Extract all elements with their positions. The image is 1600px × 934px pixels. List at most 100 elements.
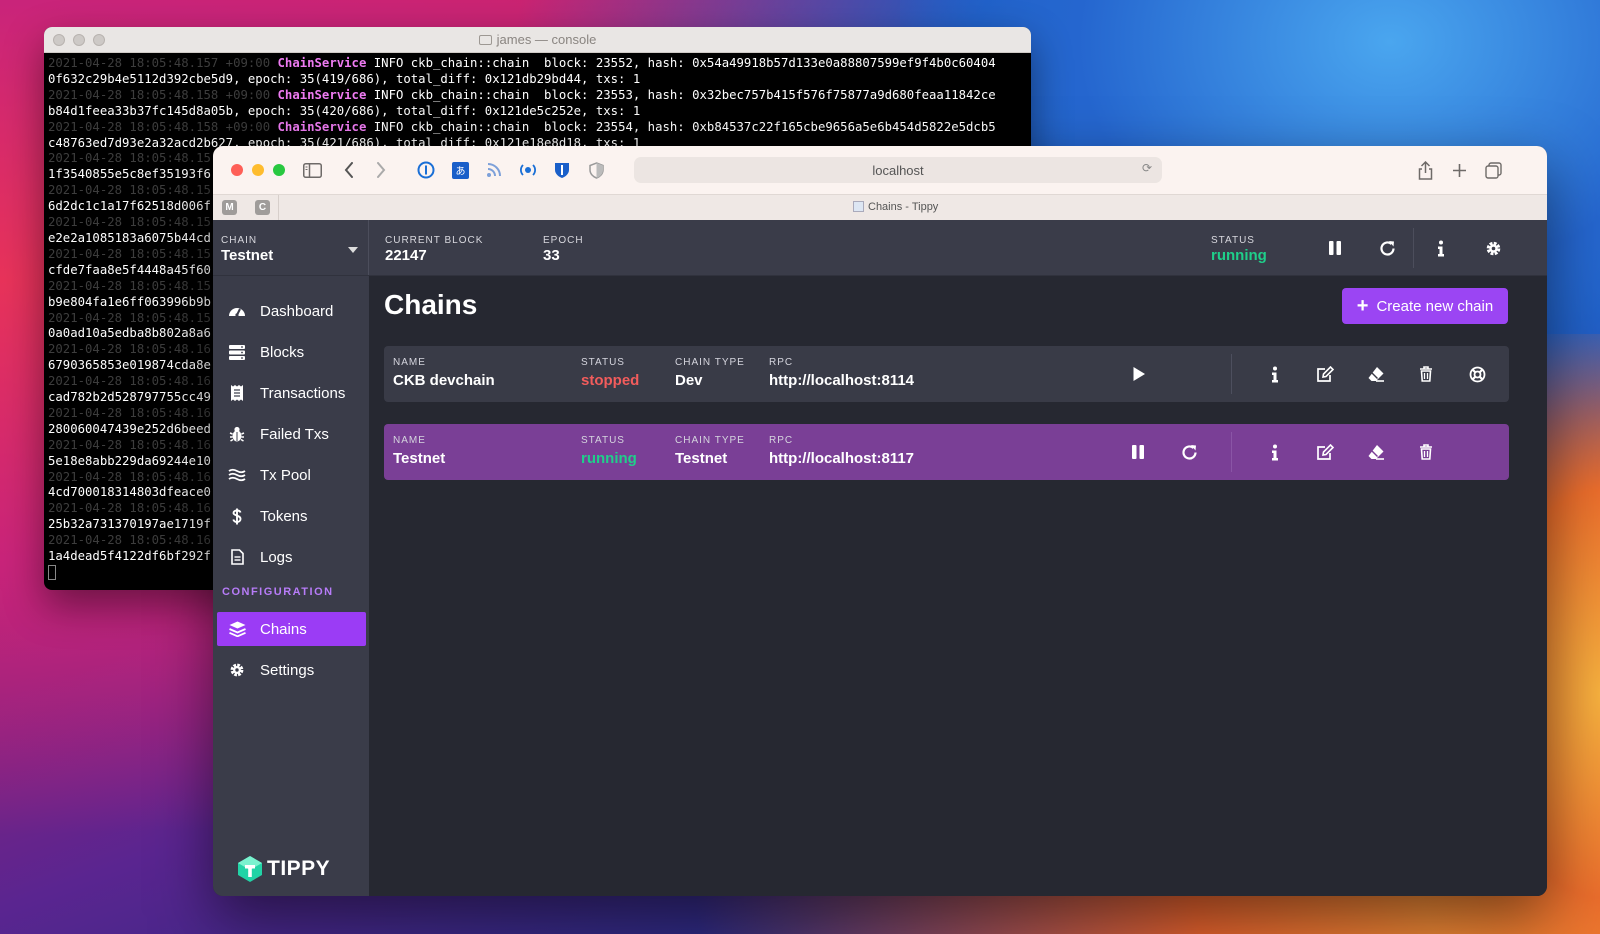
forward-icon[interactable]: [376, 160, 386, 180]
bug-icon: [217, 426, 253, 442]
shield-extension-icon[interactable]: [589, 160, 604, 180]
terminal-titlebar[interactable]: james — console: [44, 27, 1031, 53]
log-message: cfde7faa8e5f4448a45f60: [48, 262, 211, 277]
active-tab[interactable]: Chains - Tippy: [853, 201, 938, 213]
sidebar-item-chains[interactable]: Chains: [217, 612, 366, 646]
browser-minimize-button[interactable]: [252, 164, 264, 176]
pause-icon[interactable]: [1124, 438, 1152, 466]
svg-text:あ: あ: [456, 165, 466, 177]
sidebar-toggle-icon[interactable]: [303, 160, 322, 180]
lifebuoy-icon[interactable]: [1463, 360, 1491, 388]
log-message: 0a0ad10a5edba8b802a8a6: [48, 326, 211, 341]
log-message: INFO ckb_chain::chain block: 23554, hash…: [366, 119, 996, 134]
main-content: Chains + Create new chain NAME CKB devch…: [369, 276, 1547, 896]
address-bar[interactable]: localhost ⟳: [634, 157, 1162, 183]
active-tab-title: Chains - Tippy: [868, 201, 939, 213]
sidebar-item-label: Chains: [260, 620, 307, 638]
chain-value[interactable]: Testnet: [221, 247, 368, 264]
column-label-name: NAME: [393, 435, 426, 446]
address-bar-url[interactable]: localhost: [872, 163, 923, 178]
gear-icon[interactable]: [1479, 234, 1507, 262]
chain-type-cell: CHAIN TYPE Dev: [675, 357, 745, 389]
log-timestamp: 2021-04-28 18:05:48.16: [48, 501, 211, 516]
chain-name-cell: NAME Testnet: [393, 435, 445, 467]
log-timestamp: 2021-04-28 18:05:48.15: [48, 183, 211, 198]
log-message: 4cd700018314803dfeace0: [48, 485, 211, 500]
sidebar-item-label: Tokens: [260, 507, 308, 525]
row-divider: [1231, 432, 1232, 472]
browser-close-button[interactable]: [231, 164, 243, 176]
sidebar-item-settings[interactable]: Settings: [217, 653, 366, 687]
pause-icon[interactable]: [1321, 234, 1349, 262]
share-icon[interactable]: [1418, 160, 1433, 180]
chain-row-ckb-devchain[interactable]: NAME CKB devchain STATUS stopped CHAIN T…: [384, 346, 1509, 402]
play-icon[interactable]: [1125, 360, 1153, 388]
log-message: 6d2dc1c1a17f62518d006f: [48, 199, 211, 214]
info-icon[interactable]: [1261, 438, 1289, 466]
eraser-icon[interactable]: [1362, 360, 1390, 388]
sidebar-item-failed-txs[interactable]: Failed Txs: [217, 417, 366, 451]
folder-icon: [478, 35, 492, 45]
plus-icon: +: [1356, 295, 1369, 317]
chain-rpc: http://localhost:8117: [769, 450, 915, 467]
epoch-label: EPOCH: [543, 235, 584, 246]
create-new-chain-button[interactable]: + Create new chain: [1342, 288, 1508, 324]
tippy-logo-icon: [238, 856, 262, 882]
sidebar-item-label: Tx Pool: [260, 466, 311, 484]
sidebar-item-blocks[interactable]: Blocks: [217, 335, 366, 369]
translate-extension-icon[interactable]: あ: [452, 160, 469, 180]
log-message: 280060047439e252d6beed: [48, 421, 211, 436]
chain-type: Testnet: [675, 450, 728, 467]
chain-rpc: http://localhost:8114: [769, 372, 915, 389]
log-message: 0f632c29b4e5112d392cbe5d9, epoch: 35(419…: [48, 71, 641, 86]
info-icon[interactable]: [1261, 360, 1289, 388]
chain-selector[interactable]: CHAIN Testnet: [213, 220, 369, 275]
eraser-icon[interactable]: [1362, 438, 1390, 466]
tab-overview-icon[interactable]: [1485, 160, 1502, 180]
reload-icon[interactable]: ⟳: [1142, 161, 1152, 175]
rss-icon[interactable]: [486, 160, 502, 180]
pinned-tab-m[interactable]: M: [222, 200, 237, 215]
log-message: b9e804fa1e6ff063996b9b: [48, 294, 211, 309]
sidebar-item-label: Settings: [260, 661, 315, 679]
restart-icon[interactable]: [1373, 234, 1401, 262]
browser-window[interactable]: あ localhost ⟳ M C Chains - Tippy CHAIN T…: [213, 146, 1547, 896]
sidebar-item-tx-pool[interactable]: Tx Pool: [217, 458, 366, 492]
column-label-chain-type: CHAIN TYPE: [675, 357, 745, 368]
info-icon[interactable]: [1427, 234, 1455, 262]
chain-name-cell: NAME CKB devchain: [393, 357, 495, 389]
caret-down-icon[interactable]: [348, 247, 358, 253]
chain-type: Dev: [675, 372, 703, 389]
broadcast-extension-icon[interactable]: [519, 160, 537, 180]
terminal-title-text: james — console: [496, 32, 597, 47]
log-timestamp: 2021-04-28 18:05:48.157 +09:00: [48, 56, 271, 70]
password-manager-icon[interactable]: [417, 160, 435, 180]
browser-window-controls[interactable]: [213, 164, 285, 176]
terminal-line: 2021-04-28 18:05:48.158 +09:00 ChainServ…: [48, 88, 1027, 104]
trash-icon[interactable]: [1412, 438, 1440, 466]
sidebar-item-transactions[interactable]: Transactions: [217, 376, 366, 410]
back-icon[interactable]: [344, 160, 354, 180]
log-timestamp: 2021-04-28 18:05:48.16: [48, 469, 211, 484]
log-message: 1a4dead5f4122df6bf292f: [48, 549, 211, 564]
log-timestamp: 2021-04-28 18:05:48.16: [48, 437, 211, 452]
log-timestamp: 2021-04-28 18:05:48.16: [48, 342, 211, 357]
current-block-value: 22147: [385, 247, 427, 264]
sidebar-item-logs[interactable]: Logs: [217, 540, 366, 574]
log-timestamp: 2021-04-28 18:05:48.16: [48, 374, 211, 389]
restart-icon[interactable]: [1175, 438, 1203, 466]
browser-toolbar: あ localhost ⟳: [213, 146, 1547, 194]
chain-row-testnet[interactable]: NAME Testnet STATUS running CHAIN TYPE T…: [384, 424, 1509, 480]
log-timestamp: 2021-04-28 18:05:48.15: [48, 151, 211, 166]
edit-icon[interactable]: [1311, 360, 1339, 388]
sidebar-item-tokens[interactable]: Tokens: [217, 499, 366, 533]
water-icon: [217, 468, 253, 482]
new-tab-icon[interactable]: [1452, 160, 1467, 180]
trash-icon[interactable]: [1412, 360, 1440, 388]
sidebar-item-dashboard[interactable]: Dashboard: [217, 294, 366, 328]
pinned-tab-c[interactable]: C: [255, 200, 270, 215]
edit-icon[interactable]: [1311, 438, 1339, 466]
browser-zoom-button[interactable]: [273, 164, 285, 176]
bitwarden-extension-icon[interactable]: [554, 160, 570, 180]
app-header: CHAIN Testnet CURRENT BLOCK 22147 EPOCH …: [213, 220, 1547, 276]
